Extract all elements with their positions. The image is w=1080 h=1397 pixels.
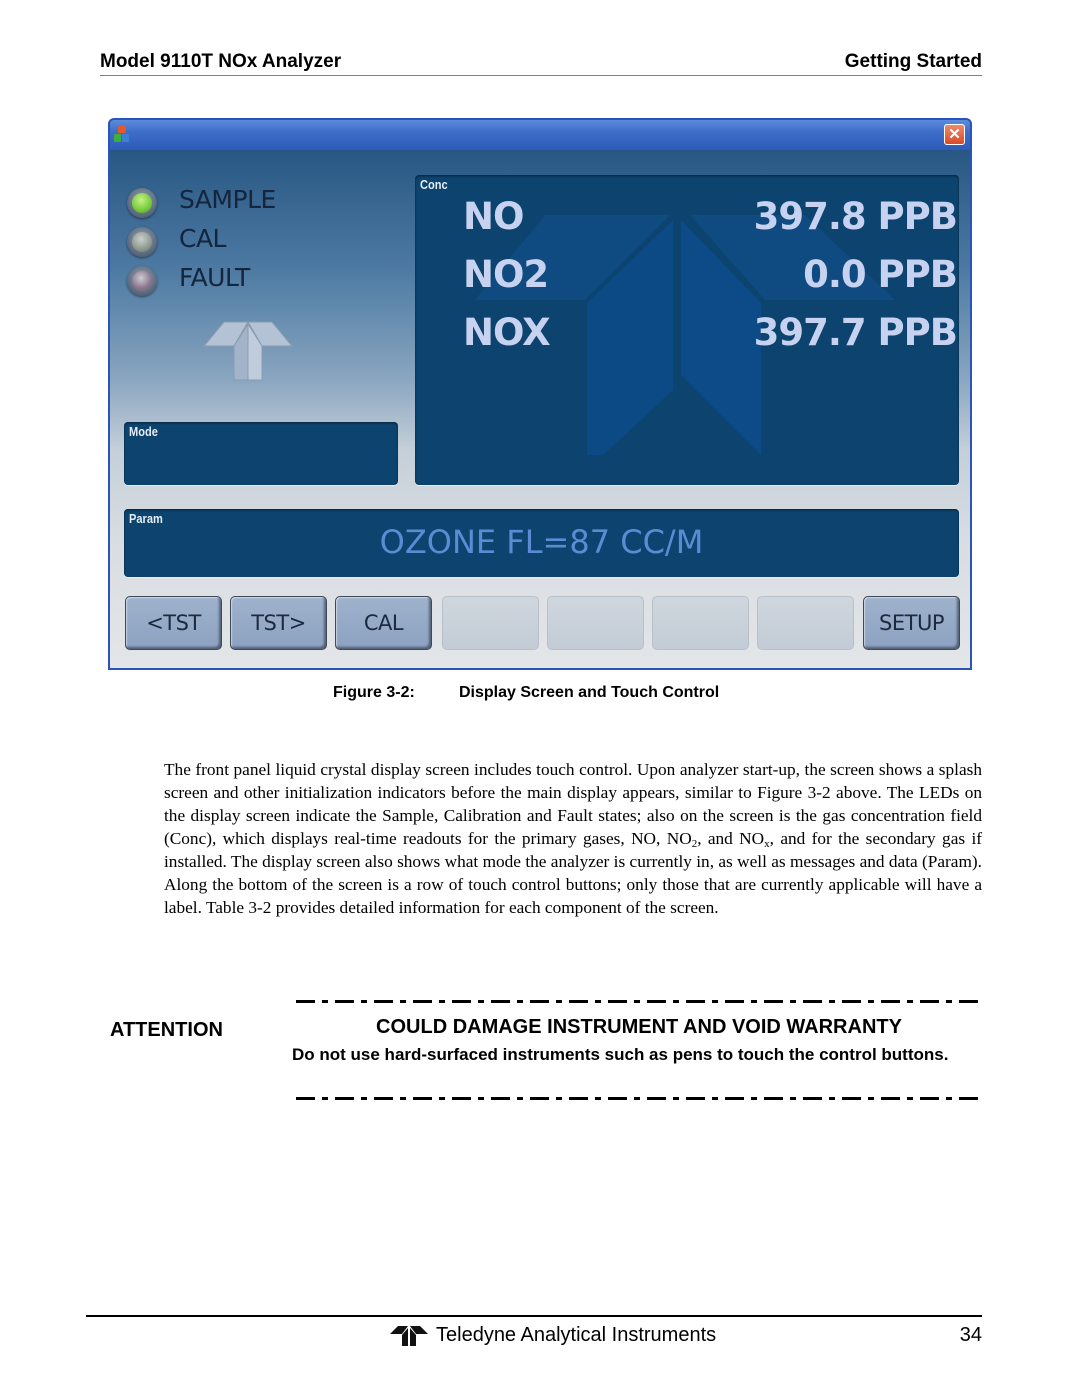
page-number: 34 [959,1324,982,1346]
teledyne-logo-icon [390,1326,428,1346]
body-text: , and NO [697,829,765,848]
window-titlebar: ✕ [110,120,970,150]
footer-rule [86,1315,982,1317]
conc-row-no: NO 397.8 PPB [463,195,958,245]
led-label: CAL [179,224,227,253]
attention-label: ATTENTION [110,1019,223,1041]
led-indicator-icon [127,227,157,257]
conc-row-nox: NOX 397.7 PPB [463,311,958,361]
gas-name: NOX [463,311,551,354]
close-icon[interactable]: ✕ [944,124,965,145]
led-label: SAMPLE [179,185,276,214]
teledyne-logo-icon [202,321,294,381]
mode-label: Mode [129,424,158,439]
setup-button[interactable]: SETUP [863,596,960,650]
blank-button-6[interactable] [652,596,749,650]
cal-button[interactable]: CAL [335,596,432,650]
blank-button-7[interactable] [757,596,854,650]
gas-name: NO [463,195,524,238]
conc-panel: Conc NO 397.8 PPB NO2 0.0 PPB NOX 397.7 … [415,175,959,485]
tst-next-button[interactable]: TST> [230,596,327,650]
attention-top-divider [296,1000,982,1003]
led-label: FAULT [179,263,250,292]
led-indicator-icon [127,266,157,296]
conc-label: Conc [420,177,448,192]
blank-button-5[interactable] [547,596,644,650]
gas-value: 397.8 PPB [753,195,958,238]
gas-value: 397.7 PPB [753,311,958,354]
footer-company: Teledyne Analytical Instruments [436,1324,717,1346]
param-value: OZONE FL=87 CC/M [379,523,704,561]
figure-title: Display Screen and Touch Control [459,684,720,701]
tst-prev-button[interactable]: <TST [125,596,222,650]
blank-button-4[interactable] [442,596,539,650]
app-icon [114,126,130,144]
figure-number: Figure 3-2: [333,684,415,701]
gas-name: NO2 [463,253,549,296]
page-header: Model 9110T NOx Analyzer Getting Started [100,51,982,76]
body-paragraph: The front panel liquid crystal display s… [164,758,982,919]
attention-bottom-divider [296,1097,982,1100]
param-panel: Param OZONE FL=87 CC/M [124,509,959,577]
mode-panel: Mode [124,422,398,485]
gas-value: 0.0 PPB [803,253,958,296]
section-title: Getting Started [844,51,982,72]
document-title: Model 9110T NOx Analyzer [100,51,342,72]
display-screen-window: ✕ SAMPLE CAL FAULT Conc NO 397.8 PPB NO2… [108,118,972,670]
attention-title: COULD DAMAGE INSTRUMENT AND VOID WARRANT… [376,1016,902,1038]
attention-text: Do not use hard-surfaced instruments suc… [292,1045,949,1064]
led-indicator-icon [127,188,157,218]
conc-row-no2: NO2 0.0 PPB [463,253,958,303]
